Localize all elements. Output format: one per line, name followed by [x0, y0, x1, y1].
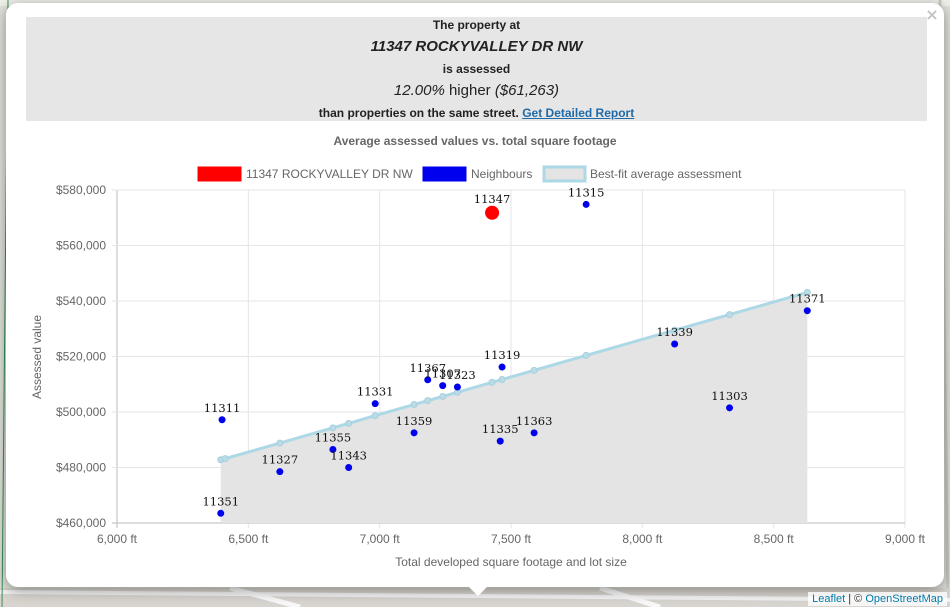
y-tick-label: $480,000	[56, 461, 106, 475]
property-popup: × The property at 11347 ROCKYVALLEY DR N…	[6, 3, 944, 587]
neighbour-point	[453, 383, 461, 391]
x-tick-label: 8,000 ft	[622, 532, 663, 546]
osm-link[interactable]: OpenStreetMap	[865, 593, 943, 605]
neighbour-point	[582, 200, 590, 208]
y-tick-label: $520,000	[56, 350, 106, 364]
fit-point	[498, 376, 506, 384]
neighbour-label: 11311	[204, 401, 241, 415]
x-tick-label: 7,000 ft	[360, 532, 401, 546]
neighbour-point	[371, 400, 379, 408]
y-tick-label: $580,000	[56, 183, 106, 197]
neighbour-point	[530, 429, 538, 437]
neighbour-point	[410, 429, 418, 437]
fit-point	[410, 401, 418, 409]
legend-swatch-subject	[197, 166, 242, 182]
x-tick-label: 6,000 ft	[97, 532, 138, 546]
neighbour-point	[276, 468, 284, 476]
y-tick-label: $560,000	[56, 239, 106, 253]
y-axis-label: Assessed value	[30, 315, 44, 399]
neighbour-label: 11339	[656, 325, 693, 339]
neighbour-label: 11315	[568, 185, 605, 199]
x-tick-label: 8,500 ft	[754, 532, 795, 546]
neighbour-label: 11363	[516, 414, 553, 428]
neighbour-label: 11323	[439, 368, 476, 382]
map-attribution: Leaflet | © OpenStreetMap	[808, 592, 947, 606]
y-tick-label: $460,000	[56, 516, 106, 530]
assessment-scatter-chart: Average assessed values vs. total square…	[30, 134, 926, 569]
neighbour-point	[345, 464, 353, 471]
neighbour-point	[803, 307, 811, 315]
neighbour-label: 11355	[315, 430, 352, 444]
neighbour-label: 11359	[396, 414, 433, 428]
neighbour-point	[217, 509, 225, 517]
fit-point	[530, 366, 538, 374]
x-tick-label: 9,000 ft	[885, 532, 926, 546]
leaflet-link[interactable]: Leaflet	[812, 593, 845, 605]
neighbour-point	[496, 437, 504, 445]
fit-point	[488, 378, 496, 386]
y-tick-label: $540,000	[56, 294, 106, 308]
fit-point	[582, 351, 590, 359]
legend-label-neighbours: Neighbours	[471, 167, 532, 181]
subject-point	[485, 205, 500, 220]
fit-point	[371, 412, 379, 420]
fit-area	[220, 292, 808, 523]
legend-label-fit: Best-fit average assessment	[590, 167, 742, 181]
fit-point	[276, 439, 284, 447]
neighbour-label: 11343	[330, 449, 367, 463]
neighbour-point	[218, 416, 226, 424]
y-tick-label: $500,000	[56, 405, 106, 419]
x-tick-label: 7,500 ft	[491, 532, 532, 546]
popup-tip	[464, 582, 492, 596]
x-axis-label: Total developed square footage and lot s…	[395, 555, 627, 569]
neighbour-point	[671, 340, 679, 348]
neighbour-point	[726, 404, 734, 412]
neighbour-label: 11319	[484, 348, 521, 362]
neighbour-label: 11303	[711, 389, 748, 403]
x-tick-label: 6,500 ft	[228, 532, 269, 546]
neighbour-label: 11335	[482, 422, 519, 436]
neighbour-label: 11371	[789, 292, 826, 306]
legend-swatch-neighbours	[422, 166, 467, 182]
legend-swatch-fit	[542, 165, 587, 183]
fit-point	[424, 397, 432, 405]
fit-point	[439, 392, 447, 400]
fit-point	[345, 419, 353, 427]
neighbour-point	[439, 382, 447, 390]
neighbour-label: 11331	[357, 385, 394, 399]
neighbour-label: 11351	[202, 494, 239, 508]
neighbour-point	[498, 363, 506, 371]
legend-label-subject: 11347 ROCKYVALLEY DR NW	[246, 167, 413, 181]
chart-title: Average assessed values vs. total square…	[333, 134, 616, 148]
neighbour-label: 11327	[262, 453, 299, 467]
fit-point	[726, 311, 734, 319]
subject-label: 11347	[474, 192, 511, 206]
fit-point	[221, 455, 229, 463]
attribution-separator: | ©	[845, 593, 866, 605]
